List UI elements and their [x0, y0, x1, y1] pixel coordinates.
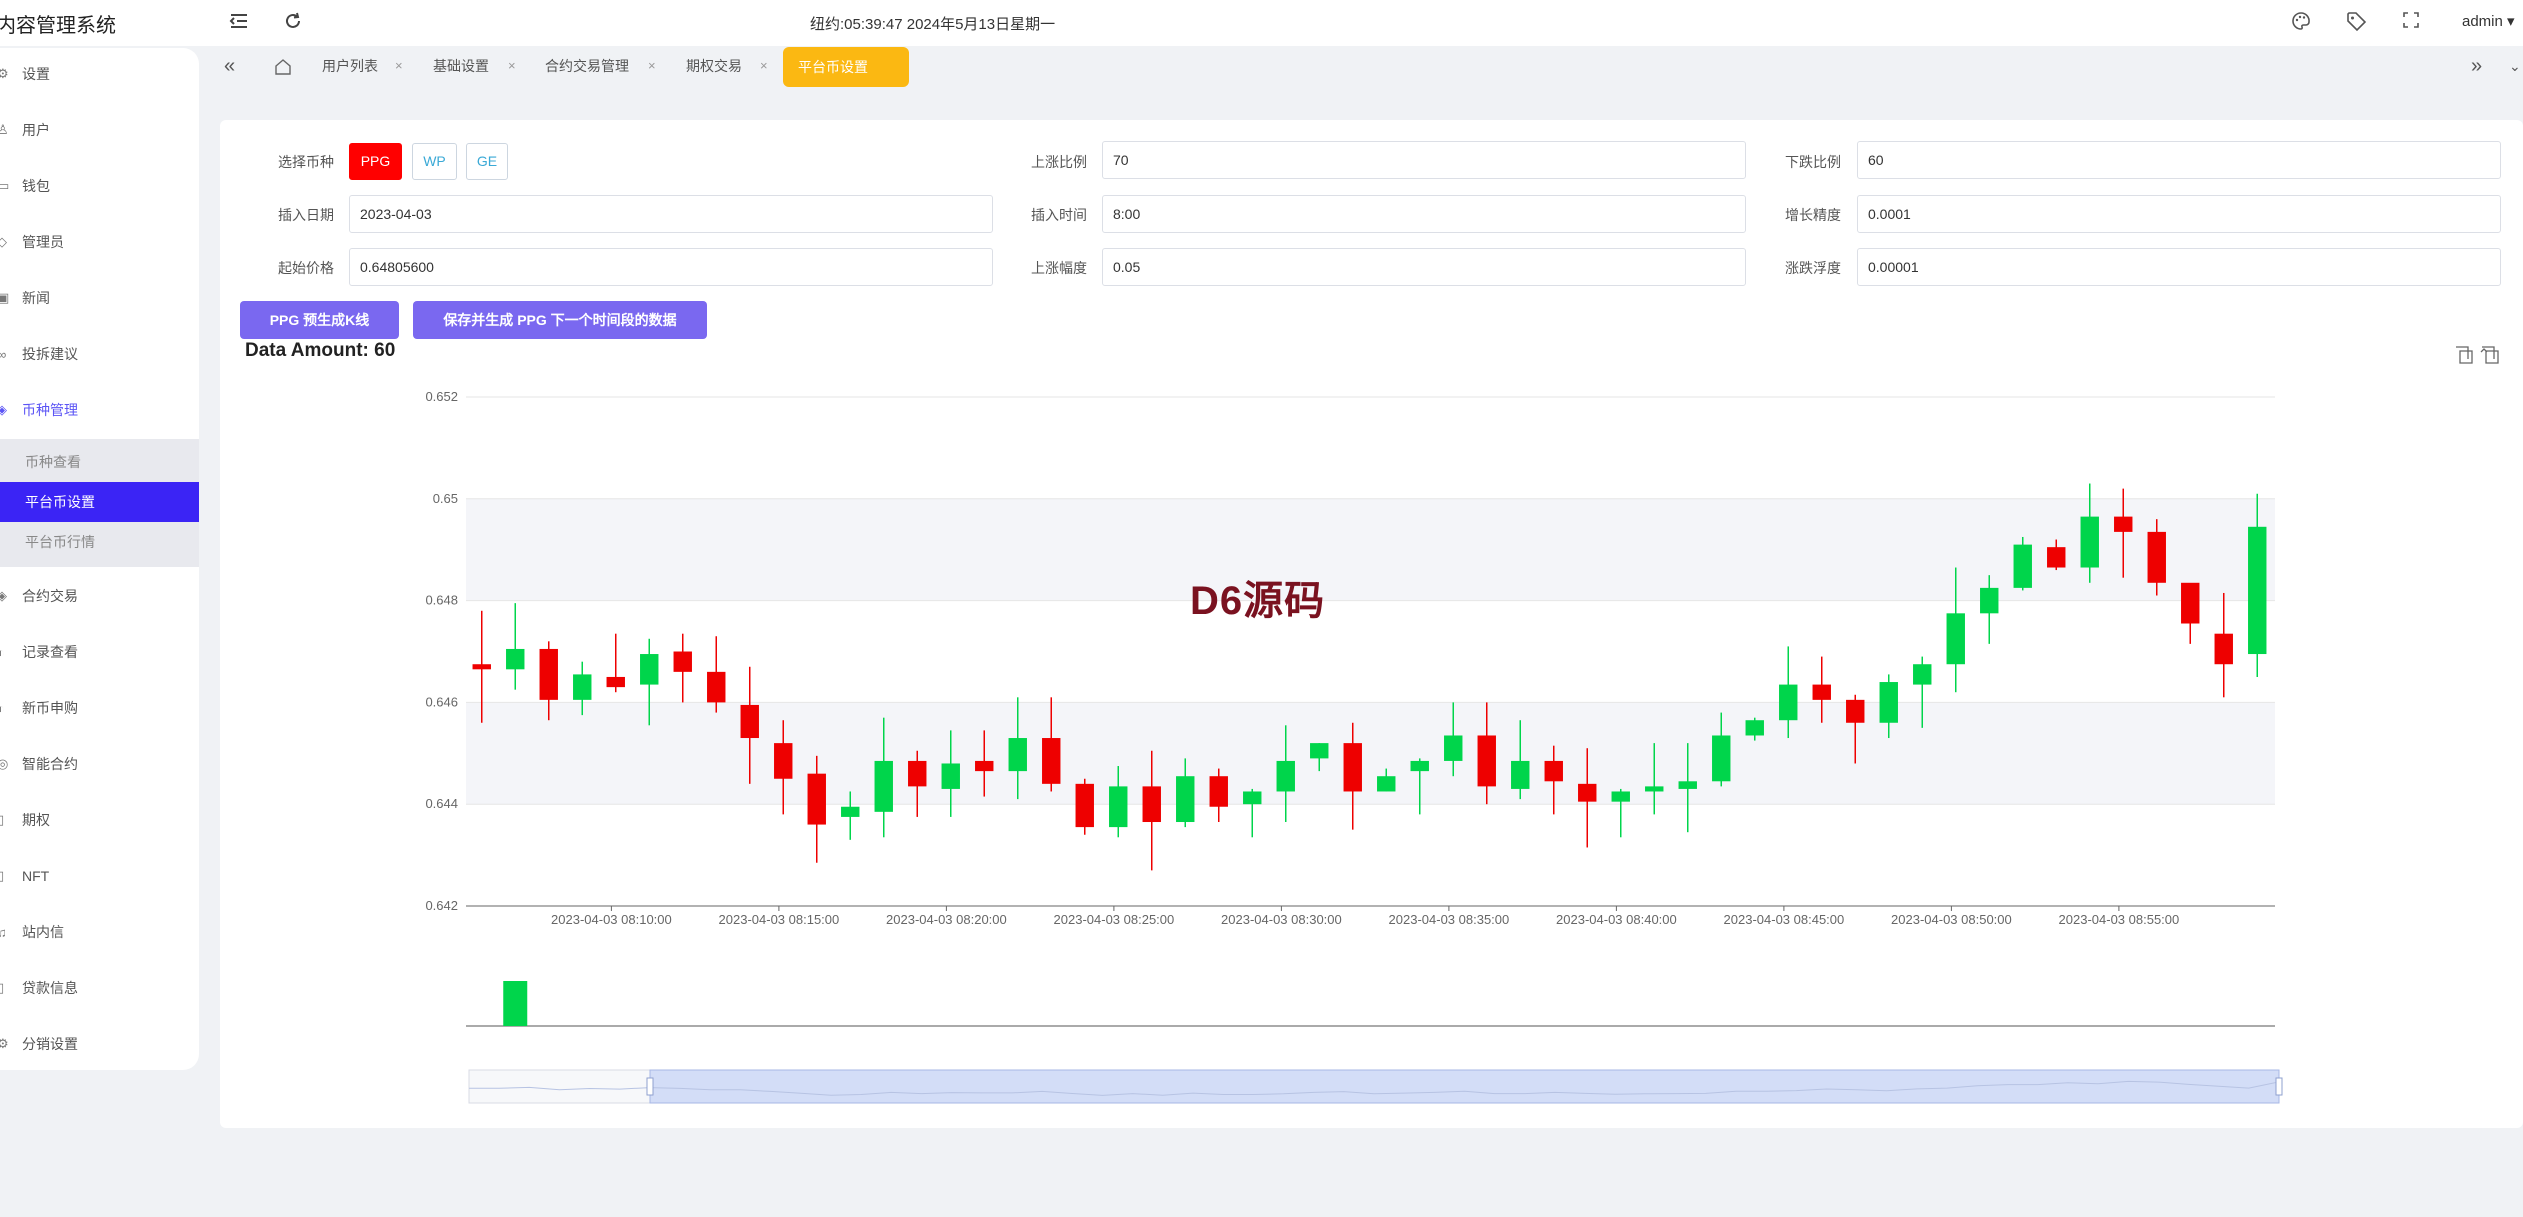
candle-body	[2047, 547, 2066, 568]
candle-body	[874, 760, 893, 812]
candle-body	[2080, 516, 2099, 568]
candle-body	[908, 760, 927, 787]
candle-body	[2214, 633, 2233, 665]
candle-body	[2248, 526, 2267, 655]
candle-body	[539, 648, 558, 700]
candle-body	[506, 648, 525, 670]
x-tick-label: 2023-04-03 08:20:00	[886, 912, 1007, 927]
y-tick-label: 0.652	[425, 389, 458, 404]
candle-body	[1611, 791, 1630, 802]
watermark-text: D6源码	[1190, 579, 1326, 623]
candle-body	[1745, 720, 1764, 736]
datazoom-handle-left	[646, 1077, 654, 1096]
candle-body	[807, 773, 826, 825]
candle-body	[573, 674, 592, 700]
candle-body	[1712, 735, 1731, 782]
chart-split-area	[466, 498, 2275, 601]
candle-body	[774, 743, 793, 779]
volume-bar	[503, 981, 528, 1026]
candle-body	[1812, 684, 1831, 700]
candle-body	[1276, 760, 1295, 792]
candle-body	[1511, 760, 1530, 789]
candle-body	[1075, 783, 1094, 828]
x-tick-label: 2023-04-03 08:10:00	[551, 912, 672, 927]
x-tick-label: 2023-04-03 08:40:00	[1556, 912, 1677, 927]
candle-body	[1444, 735, 1463, 761]
candle-body	[1879, 682, 1898, 723]
candle-body	[740, 704, 759, 739]
y-tick-label: 0.648	[425, 593, 458, 608]
candle-body	[1142, 786, 1161, 823]
candle-body	[975, 760, 994, 772]
candle-body	[1377, 776, 1396, 792]
y-tick-label: 0.642	[425, 898, 458, 913]
candle-body	[606, 676, 625, 688]
candle-body	[1343, 743, 1362, 792]
chart-split-area	[466, 702, 2275, 805]
candle-body	[1846, 699, 1865, 723]
x-tick-label: 2023-04-03 08:35:00	[1389, 912, 1510, 927]
candle-body	[1913, 664, 1932, 685]
candle-body	[1176, 776, 1195, 823]
zoom-area-icon[interactable]	[2456, 346, 2473, 364]
candle-body	[1678, 781, 1697, 789]
x-tick-label: 2023-04-03 08:15:00	[719, 912, 840, 927]
candle-body	[941, 763, 960, 789]
candle-body	[472, 664, 491, 670]
candle-body	[1980, 587, 1999, 614]
zoom-reset-icon[interactable]	[2480, 346, 2499, 364]
candle-body	[1477, 735, 1496, 787]
x-tick-label: 2023-04-03 08:30:00	[1221, 912, 1342, 927]
candle-body	[1779, 684, 1798, 721]
datazoom-handle-right	[2275, 1077, 2283, 1096]
candle-body	[2013, 544, 2032, 588]
candle-body	[1578, 783, 1597, 802]
candle-body	[640, 654, 659, 685]
x-tick-label: 2023-04-03 08:45:00	[1724, 912, 1845, 927]
candle-body	[2114, 516, 2133, 532]
candle-body	[707, 671, 726, 703]
y-tick-label: 0.65	[433, 491, 458, 506]
y-tick-label: 0.646	[425, 694, 458, 709]
y-tick-label: 0.644	[425, 796, 458, 811]
x-tick-label: 2023-04-03 08:55:00	[2059, 912, 2180, 927]
candle-body	[1410, 760, 1429, 772]
candle-body	[841, 806, 860, 817]
candle-body	[673, 651, 692, 672]
datazoom-window	[649, 1069, 2280, 1104]
candle-body	[1544, 760, 1563, 782]
candle-body	[1243, 791, 1262, 805]
candle-body	[1042, 738, 1061, 784]
candle-body	[1310, 743, 1329, 759]
candle-body	[1008, 738, 1027, 772]
candle-body	[1645, 786, 1664, 792]
candle-body	[1209, 776, 1228, 807]
candle-body	[2147, 531, 2166, 583]
x-tick-label: 2023-04-03 08:50:00	[1891, 912, 2012, 927]
x-tick-label: 2023-04-03 08:25:00	[1054, 912, 1175, 927]
candle-body	[2181, 582, 2200, 624]
candle-body	[1109, 786, 1128, 828]
candle-body	[1946, 613, 1965, 665]
